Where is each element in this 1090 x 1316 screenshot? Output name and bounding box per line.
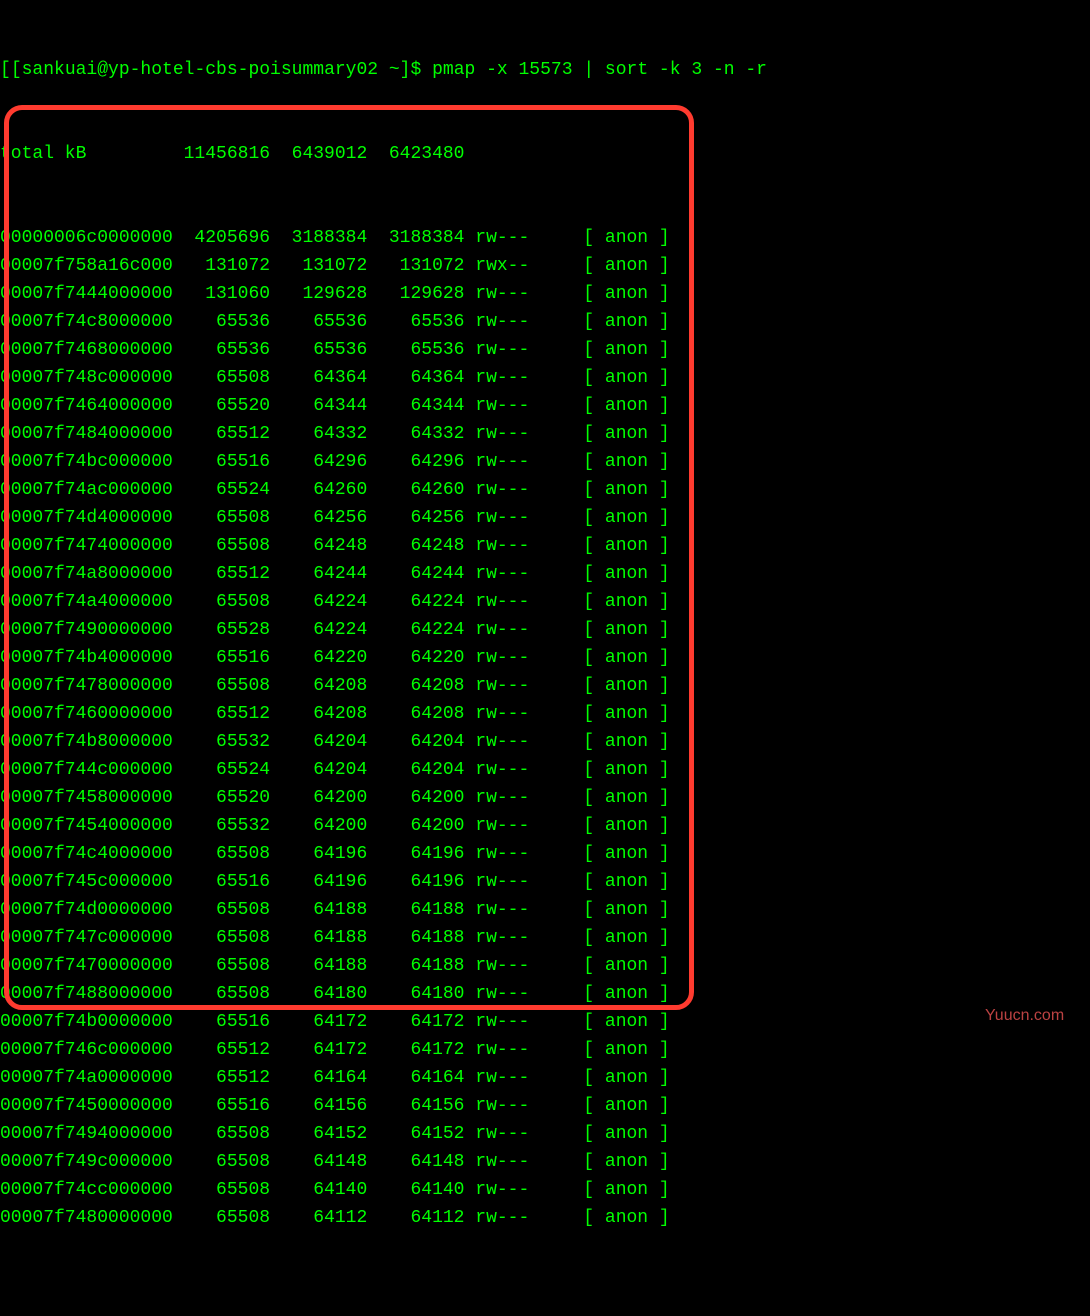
- pmap-row: 00007f74a0000000 65512 64164 64164 rw---…: [0, 1064, 1090, 1092]
- pmap-row: 00007f7490000000 65528 64224 64224 rw---…: [0, 616, 1090, 644]
- open-bracket: [: [0, 60, 11, 80]
- terminal[interactable]: [[sankuai@yp-hotel-cbs-poisummary02 ~]$ …: [0, 0, 1090, 1316]
- pmap-row: 00007f745c000000 65516 64196 64196 rw---…: [0, 868, 1090, 896]
- pmap-row: 00007f7460000000 65512 64208 64208 rw---…: [0, 700, 1090, 728]
- pmap-row: 00007f74bc000000 65516 64296 64296 rw---…: [0, 448, 1090, 476]
- pmap-row: 00007f7484000000 65512 64332 64332 rw---…: [0, 420, 1090, 448]
- pmap-row: 00007f7444000000 131060 129628 129628 rw…: [0, 280, 1090, 308]
- pmap-row: 00007f7494000000 65508 64152 64152 rw---…: [0, 1120, 1090, 1148]
- pmap-row: 00007f7468000000 65536 65536 65536 rw---…: [0, 336, 1090, 364]
- pmap-total-row: total kB 11456816 6439012 6423480: [0, 140, 1090, 168]
- pmap-row: 00007f7488000000 65508 64180 64180 rw---…: [0, 980, 1090, 1008]
- pmap-row: 00007f7470000000 65508 64188 64188 rw---…: [0, 952, 1090, 980]
- pmap-row: 00007f74c8000000 65536 65536 65536 rw---…: [0, 308, 1090, 336]
- pmap-row: 00007f749c000000 65508 64148 64148 rw---…: [0, 1148, 1090, 1176]
- pmap-row: 00007f748c000000 65508 64364 64364 rw---…: [0, 364, 1090, 392]
- pmap-row: 00007f74d0000000 65508 64188 64188 rw---…: [0, 896, 1090, 924]
- pmap-row: 00007f74a8000000 65512 64244 64244 rw---…: [0, 560, 1090, 588]
- pmap-row: 00007f74b4000000 65516 64220 64220 rw---…: [0, 644, 1090, 672]
- prompt-user-host: [sankuai@yp-hotel-cbs-poisummary02 ~]$: [11, 60, 432, 80]
- pmap-row: 00007f744c000000 65524 64204 64204 rw---…: [0, 756, 1090, 784]
- pmap-row: 00007f74c4000000 65508 64196 64196 rw---…: [0, 840, 1090, 868]
- pmap-row: 00007f7454000000 65532 64200 64200 rw---…: [0, 812, 1090, 840]
- pmap-row: 00007f74b8000000 65532 64204 64204 rw---…: [0, 728, 1090, 756]
- pmap-row: 00007f7478000000 65508 64208 64208 rw---…: [0, 672, 1090, 700]
- pmap-row: 00007f74a4000000 65508 64224 64224 rw---…: [0, 588, 1090, 616]
- pmap-row: 00007f7450000000 65516 64156 64156 rw---…: [0, 1092, 1090, 1120]
- pmap-row: 00007f7458000000 65520 64200 64200 rw---…: [0, 784, 1090, 812]
- prompt-command: pmap -x 15573 | sort -k 3 -n -r: [432, 60, 767, 80]
- pmap-row: 00007f74cc000000 65508 64140 64140 rw---…: [0, 1176, 1090, 1204]
- pmap-row: 00007f758a16c000 131072 131072 131072 rw…: [0, 252, 1090, 280]
- pmap-row: 00000006c0000000 4205696 3188384 3188384…: [0, 224, 1090, 252]
- pmap-row: 00007f74b0000000 65516 64172 64172 rw---…: [0, 1008, 1090, 1036]
- pmap-row: 00007f74ac000000 65524 64260 64260 rw---…: [0, 476, 1090, 504]
- pmap-row: 00007f746c000000 65512 64172 64172 rw---…: [0, 1036, 1090, 1064]
- pmap-row: 00007f7474000000 65508 64248 64248 rw---…: [0, 532, 1090, 560]
- pmap-row: 00007f747c000000 65508 64188 64188 rw---…: [0, 924, 1090, 952]
- pmap-rows: 00000006c0000000 4205696 3188384 3188384…: [0, 224, 1090, 1232]
- pmap-row: 00007f7464000000 65520 64344 64344 rw---…: [0, 392, 1090, 420]
- prompt-line: [[sankuai@yp-hotel-cbs-poisummary02 ~]$ …: [0, 56, 1090, 84]
- pmap-row: 00007f7480000000 65508 64112 64112 rw---…: [0, 1204, 1090, 1232]
- watermark: Yuucn.com: [985, 1002, 1064, 1030]
- pmap-row: 00007f74d4000000 65508 64256 64256 rw---…: [0, 504, 1090, 532]
